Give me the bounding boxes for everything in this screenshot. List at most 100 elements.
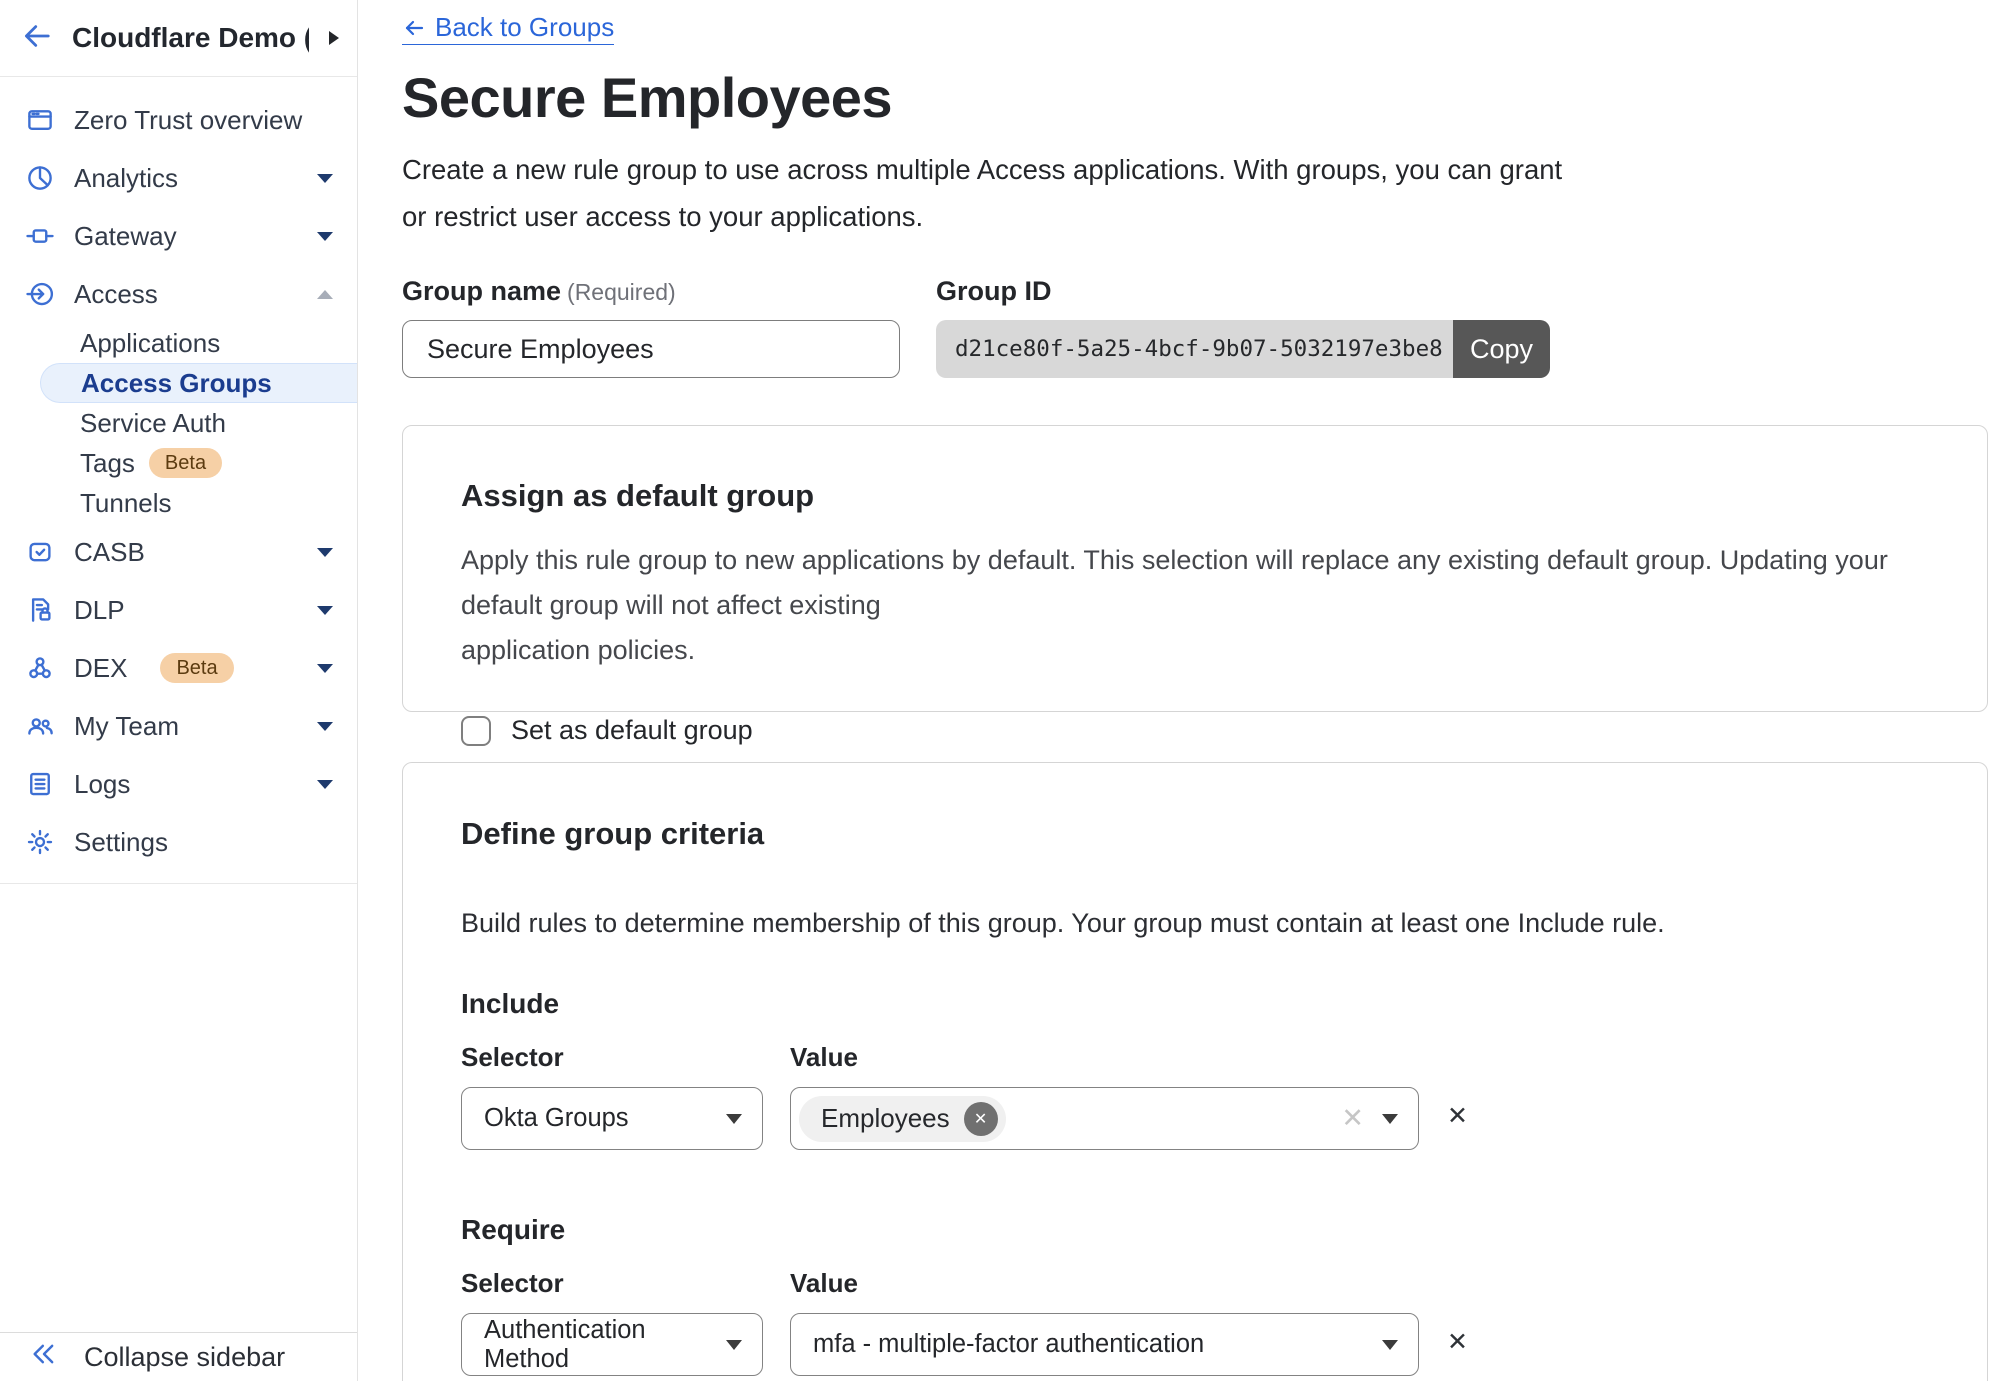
chevron-down-icon[interactable]	[317, 548, 333, 557]
default-group-card-title: Assign as default group	[461, 478, 1929, 514]
back-arrow-icon[interactable]	[22, 21, 52, 56]
require-value-col: Value mfa - multiple-factor authenticati…	[790, 1246, 1419, 1376]
sidebar-item-label: DLP	[74, 595, 125, 626]
group-name-field: Group name(Required)	[402, 276, 900, 378]
casb-check-icon	[25, 537, 55, 567]
gateway-icon	[25, 221, 55, 251]
sidebar-item-label: Tunnels	[80, 488, 172, 519]
chevron-down-icon	[1382, 1114, 1398, 1124]
sidebar-item-gateway[interactable]: Gateway	[0, 207, 357, 265]
chevron-down-icon[interactable]	[317, 606, 333, 615]
sidebar-item-access[interactable]: Access	[0, 265, 357, 323]
sidebar-item-dlp[interactable]: DLP	[0, 581, 357, 639]
beta-badge: Beta	[160, 653, 233, 683]
sidebar-item-logs[interactable]: Logs	[0, 755, 357, 813]
sidebar-item-casb[interactable]: CASB	[0, 523, 357, 581]
sidebar-divider	[0, 883, 357, 884]
chevron-down-icon[interactable]	[317, 664, 333, 673]
sidebar-item-analytics[interactable]: Analytics	[0, 149, 357, 207]
default-group-card-description: Apply this rule group to new application…	[461, 538, 1929, 673]
sidebar-item-label: Service Auth	[80, 408, 226, 439]
pie-chart-icon	[25, 163, 55, 193]
group-id-field: Group ID d21ce80f-5a25-4bcf-9b07-5032197…	[936, 276, 1550, 378]
sidebar-item-service-auth[interactable]: Service Auth	[0, 403, 357, 443]
back-to-groups-label: Back to Groups	[435, 12, 614, 43]
include-heading: Include	[461, 988, 1929, 1020]
default-group-checkbox-label: Set as default group	[511, 715, 753, 746]
chevron-down-icon[interactable]	[317, 232, 333, 241]
chevron-down-icon[interactable]	[317, 780, 333, 789]
include-value-label: Value	[790, 1042, 1419, 1073]
sidebar-header: Cloudflare Demo (T...	[0, 0, 357, 77]
sidebar-item-label: CASB	[74, 537, 145, 568]
default-group-card: Assign as default group Apply this rule …	[402, 425, 1988, 712]
sidebar-item-zero-trust-overview[interactable]: Zero Trust overview	[0, 91, 357, 149]
employees-tag: Employees ✕	[799, 1096, 1006, 1142]
default-group-checkbox[interactable]	[461, 716, 491, 746]
page-description: Create a new rule group to use across mu…	[402, 146, 1988, 240]
sidebar-item-label: Settings	[74, 827, 168, 858]
default-group-description-line2: application policies.	[461, 628, 1929, 673]
include-selector-dropdown[interactable]: Okta Groups	[461, 1087, 763, 1150]
require-rule-row: Selector Authentication Method Value mfa…	[461, 1246, 1929, 1376]
include-selector-value: Okta Groups	[484, 1104, 629, 1133]
criteria-card-title: Define group criteria	[461, 816, 1929, 852]
remove-tag-icon[interactable]: ✕	[964, 1102, 998, 1136]
criteria-card-description: Build rules to determine membership of t…	[461, 901, 1929, 946]
chevron-down-icon[interactable]	[317, 174, 333, 183]
logs-icon	[25, 769, 55, 799]
collapse-sidebar-button[interactable]: Collapse sidebar	[0, 1332, 357, 1381]
sidebar-item-access-groups[interactable]: Access Groups	[40, 363, 357, 403]
gear-icon	[25, 827, 55, 857]
group-id-label: Group ID	[936, 276, 1550, 308]
chevron-up-icon[interactable]	[317, 290, 333, 299]
require-selector-value: Authentication Method	[484, 1316, 726, 1374]
chevron-down-icon	[1382, 1340, 1398, 1350]
include-rule-row: Selector Okta Groups Value Employees ✕ ✕	[461, 1020, 1929, 1150]
clear-values-icon[interactable]: ✕	[1341, 1103, 1364, 1134]
sidebar-item-dex[interactable]: DEX Beta	[0, 639, 357, 697]
sidebar-item-tags[interactable]: Tags Beta	[0, 443, 357, 483]
include-selector-col: Selector Okta Groups	[461, 1020, 763, 1150]
employees-tag-label: Employees	[821, 1103, 950, 1134]
page-title: Secure Employees	[402, 65, 1988, 130]
copy-button[interactable]: Copy	[1453, 320, 1550, 378]
require-value-text: mfa - multiple-factor authentication	[813, 1330, 1204, 1359]
sidebar-item-tunnels[interactable]: Tunnels	[0, 483, 357, 523]
chevron-down-icon[interactable]	[317, 722, 333, 731]
default-group-description-line1: Apply this rule group to new application…	[461, 538, 1929, 628]
require-value-dropdown[interactable]: mfa - multiple-factor authentication	[790, 1313, 1419, 1376]
require-heading: Require	[461, 1214, 1929, 1246]
include-value-multiselect[interactable]: Employees ✕ ✕	[790, 1087, 1419, 1150]
beta-badge: Beta	[149, 448, 222, 478]
triangle-right-icon[interactable]	[329, 31, 339, 45]
include-selector-label: Selector	[461, 1042, 763, 1073]
default-group-checkbox-row: Set as default group	[461, 715, 1929, 746]
people-icon	[25, 711, 55, 741]
sidebar-item-label: Tags	[80, 448, 135, 479]
dex-network-icon	[25, 653, 55, 683]
app-window: Cloudflare Demo (T... Zero Trust overvie…	[0, 0, 1999, 1381]
chevron-down-icon	[726, 1114, 742, 1124]
browser-window-icon	[25, 105, 55, 135]
sidebar-item-label: Access	[74, 279, 158, 310]
remove-require-rule-icon[interactable]: ✕	[1447, 1327, 1468, 1357]
sidebar-item-label: Access Groups	[81, 368, 272, 399]
require-selector-col: Selector Authentication Method	[461, 1246, 763, 1376]
sidebar-item-label: Applications	[80, 328, 220, 359]
require-selector-dropdown[interactable]: Authentication Method	[461, 1313, 763, 1376]
sidebar-item-settings[interactable]: Settings	[0, 813, 357, 871]
dlp-document-lock-icon	[25, 595, 55, 625]
group-name-label-text: Group name	[402, 276, 561, 306]
account-name[interactable]: Cloudflare Demo (T...	[72, 22, 309, 54]
remove-include-rule-icon[interactable]: ✕	[1447, 1101, 1468, 1131]
group-id-row: d21ce80f-5a25-4bcf-9b07-5032197e3be8 Cop…	[936, 320, 1550, 378]
page-description-line1: Create a new rule group to use across mu…	[402, 146, 1988, 193]
page-description-line2: or restrict user access to your applicat…	[402, 193, 1988, 240]
group-name-input[interactable]	[402, 320, 900, 378]
back-to-groups-link[interactable]: Back to Groups	[402, 12, 614, 45]
group-form-row: Group name(Required) Group ID d21ce80f-5…	[402, 276, 1988, 378]
sidebar-item-applications[interactable]: Applications	[0, 323, 357, 363]
require-selector-label: Selector	[461, 1268, 763, 1299]
sidebar-item-my-team[interactable]: My Team	[0, 697, 357, 755]
